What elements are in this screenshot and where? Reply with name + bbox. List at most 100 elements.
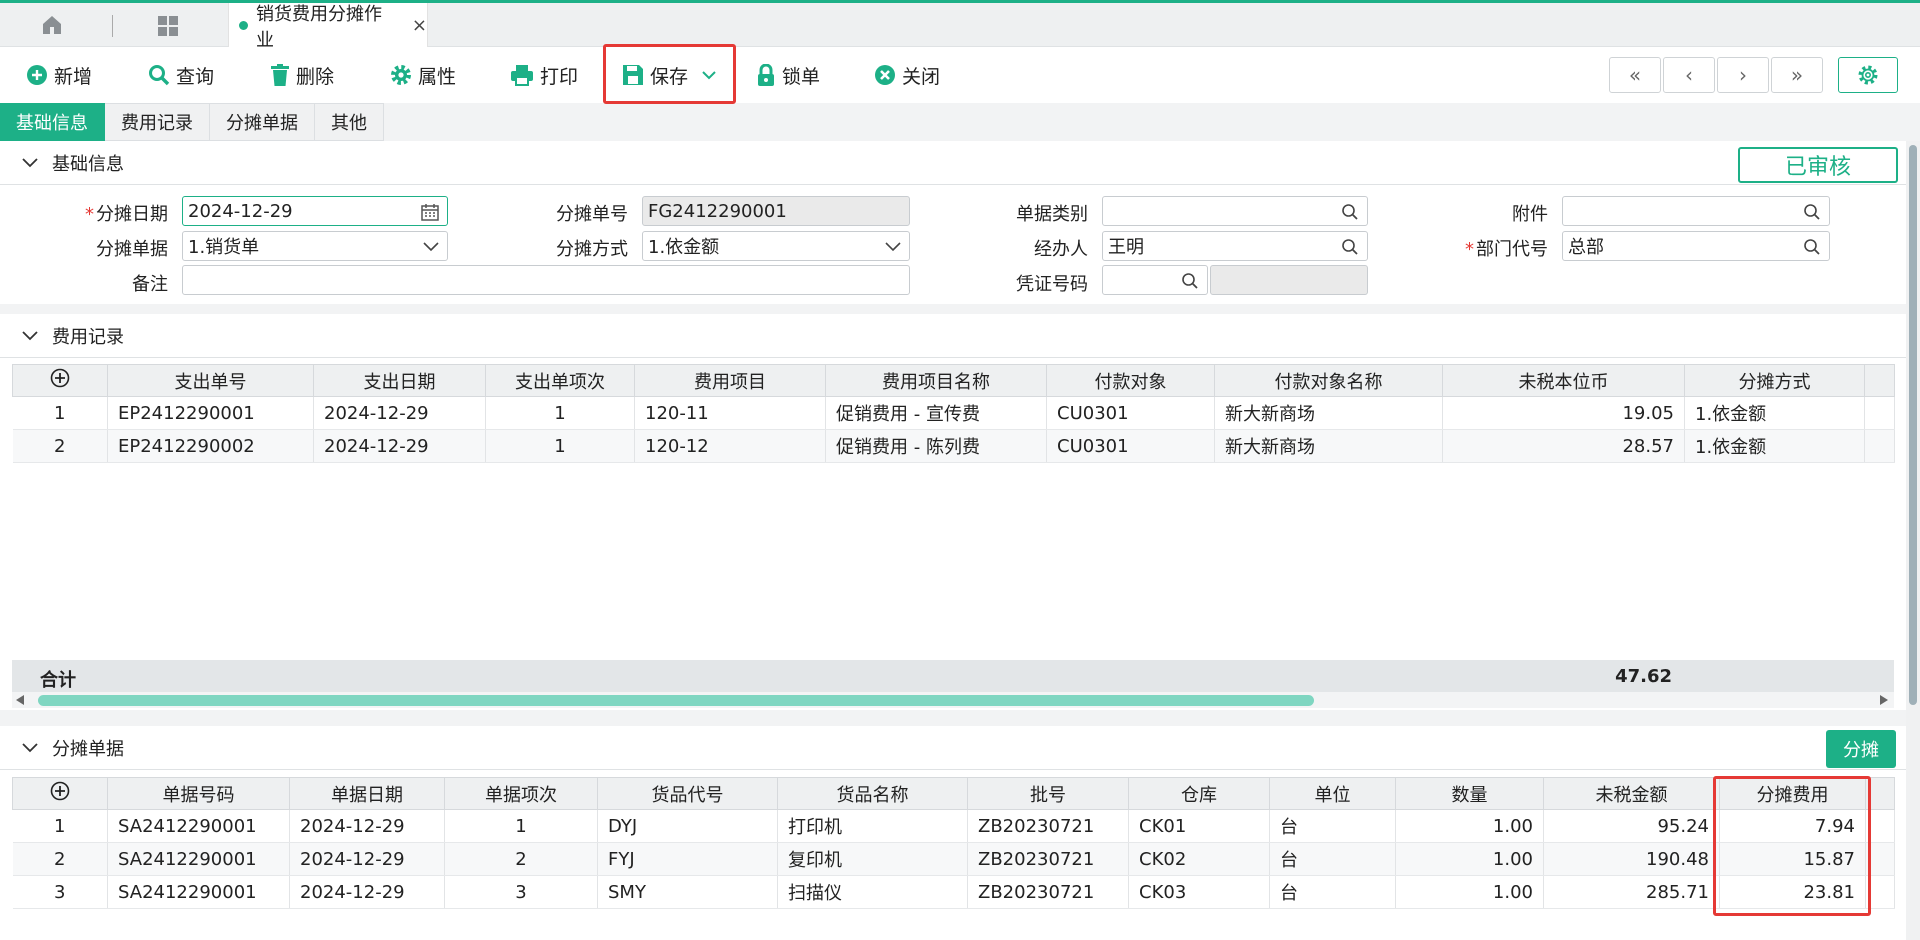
col-header[interactable]: 单位: [1269, 777, 1396, 810]
cell-warehouse[interactable]: CK02: [1128, 842, 1270, 876]
cell-date[interactable]: 2024-12-29: [289, 875, 445, 909]
col-header[interactable]: 单据号码: [107, 777, 290, 810]
col-header[interactable]: 支出单项次: [485, 364, 635, 397]
cell-item[interactable]: 1: [485, 396, 635, 430]
table-row[interactable]: 1 SA2412290001 2024-12-29 1 DYJ 打印机 ZB20…: [12, 809, 1895, 843]
first-record-button[interactable]: «: [1609, 57, 1661, 93]
cell-name[interactable]: 促销费用 - 陈列费: [825, 429, 1047, 463]
cell-no[interactable]: EP2412290002: [107, 429, 314, 463]
cell-batch[interactable]: ZB20230721: [967, 875, 1129, 909]
cell-method[interactable]: 1.依金额: [1684, 429, 1865, 463]
col-header[interactable]: 数量: [1395, 777, 1544, 810]
cell-no[interactable]: SA2412290001: [107, 809, 290, 843]
prev-record-button[interactable]: ‹: [1663, 57, 1715, 93]
cell-qty[interactable]: 1.00: [1395, 875, 1544, 909]
cell-batch[interactable]: ZB20230721: [967, 809, 1129, 843]
delete-button[interactable]: 删除: [270, 47, 334, 103]
add-row-icon[interactable]: [12, 364, 108, 397]
col-header[interactable]: 分摊方式: [1684, 364, 1865, 397]
lookup-search-icon[interactable]: [1341, 238, 1359, 256]
lookup-search-icon[interactable]: [1181, 272, 1199, 290]
col-header[interactable]: 付款对象: [1046, 364, 1215, 397]
collapse-chevron-icon[interactable]: [22, 330, 38, 341]
cell-unit[interactable]: 台: [1269, 842, 1396, 876]
remark-field[interactable]: [182, 265, 910, 295]
add-row-icon[interactable]: [12, 777, 108, 810]
page-vscrollbar[interactable]: [1906, 141, 1920, 940]
page-vscroll-thumb[interactable]: [1909, 145, 1917, 705]
cell-amount[interactable]: 285.71: [1543, 875, 1720, 909]
col-header[interactable]: 费用项目名称: [825, 364, 1047, 397]
calendar-icon[interactable]: [421, 203, 439, 221]
settings-button[interactable]: [1838, 57, 1898, 93]
close-button[interactable]: 关闭: [874, 47, 940, 103]
cell-amount[interactable]: 19.05: [1442, 396, 1685, 430]
col-header[interactable]: 单据项次: [444, 777, 598, 810]
attachment-field[interactable]: [1562, 196, 1830, 226]
method-select[interactable]: 1.依金额: [642, 231, 910, 261]
table-row[interactable]: 2 EP2412290002 2024-12-29 1 120-12 促销费用 …: [12, 429, 1895, 463]
cell-date[interactable]: 2024-12-29: [289, 842, 445, 876]
cell-code[interactable]: 120-11: [634, 396, 826, 430]
col-header[interactable]: 支出单号: [107, 364, 314, 397]
cell-code[interactable]: 120-12: [634, 429, 826, 463]
lookup-search-icon[interactable]: [1803, 238, 1821, 256]
cell-unit[interactable]: 台: [1269, 875, 1396, 909]
cell-amount[interactable]: 95.24: [1543, 809, 1720, 843]
cell-payee-name[interactable]: 新大新商场: [1214, 396, 1443, 430]
handler-field[interactable]: 王明: [1102, 231, 1368, 261]
grid-icon[interactable]: [156, 14, 180, 38]
last-record-button[interactable]: »: [1771, 57, 1823, 93]
expense-hscrollbar[interactable]: [12, 692, 1894, 708]
tab-expense-records[interactable]: 费用记录: [105, 103, 210, 141]
cell-code[interactable]: FYJ: [597, 842, 778, 876]
col-header[interactable]: 费用项目: [634, 364, 826, 397]
tab-basic-info[interactable]: 基础信息: [0, 103, 105, 141]
table-row[interactable]: 3 SA2412290001 2024-12-29 3 SMY 扫描仪 ZB20…: [12, 875, 1895, 909]
cell-batch[interactable]: ZB20230721: [967, 842, 1129, 876]
expense-header[interactable]: 费用记录: [0, 314, 1906, 358]
cell-name[interactable]: 打印机: [777, 809, 968, 843]
cell-item[interactable]: 3: [444, 875, 598, 909]
chevron-down-icon[interactable]: [423, 242, 439, 252]
home-icon[interactable]: [40, 13, 64, 37]
properties-button[interactable]: 属性: [390, 47, 456, 103]
print-button[interactable]: 打印: [510, 47, 578, 103]
cell-payee[interactable]: CU0301: [1046, 429, 1215, 463]
col-header[interactable]: 未税本位币: [1442, 364, 1685, 397]
scroll-right-icon[interactable]: [1880, 695, 1888, 705]
cell-date[interactable]: 2024-12-29: [313, 429, 486, 463]
add-button[interactable]: 新增: [26, 47, 92, 103]
cell-code[interactable]: SMY: [597, 875, 778, 909]
scroll-left-icon[interactable]: [16, 695, 24, 705]
col-header[interactable]: 货品名称: [777, 777, 968, 810]
next-record-button[interactable]: ›: [1717, 57, 1769, 93]
cell-item[interactable]: 2: [444, 842, 598, 876]
cell-method[interactable]: 1.依金额: [1684, 396, 1865, 430]
cell-name[interactable]: 扫描仪: [777, 875, 968, 909]
col-header[interactable]: 单据日期: [289, 777, 445, 810]
cell-qty[interactable]: 1.00: [1395, 809, 1544, 843]
cell-item[interactable]: 1: [444, 809, 598, 843]
cell-warehouse[interactable]: CK03: [1128, 875, 1270, 909]
cell-no[interactable]: EP2412290001: [107, 396, 314, 430]
cell-item[interactable]: 1: [485, 429, 635, 463]
col-header[interactable]: 付款对象名称: [1214, 364, 1443, 397]
cell-payee[interactable]: CU0301: [1046, 396, 1215, 430]
expense-hscroll-thumb[interactable]: [38, 695, 1314, 706]
alloc-header[interactable]: 分摊单据: [0, 726, 1906, 770]
lookup-search-icon[interactable]: [1341, 203, 1359, 221]
cell-amount[interactable]: 190.48: [1543, 842, 1720, 876]
cell-unit[interactable]: 台: [1269, 809, 1396, 843]
basic-info-header[interactable]: 基础信息: [0, 141, 1906, 185]
collapse-chevron-icon[interactable]: [22, 157, 38, 168]
dept-field[interactable]: 总部: [1562, 231, 1830, 261]
chevron-down-icon[interactable]: [885, 242, 901, 252]
tab-close-icon[interactable]: ×: [412, 15, 427, 36]
cell-qty[interactable]: 1.00: [1395, 842, 1544, 876]
cell-code[interactable]: DYJ: [597, 809, 778, 843]
col-header[interactable]: 货品代号: [597, 777, 778, 810]
collapse-chevron-icon[interactable]: [22, 742, 38, 753]
voucher-field[interactable]: [1102, 265, 1208, 295]
col-header[interactable]: 批号: [967, 777, 1129, 810]
